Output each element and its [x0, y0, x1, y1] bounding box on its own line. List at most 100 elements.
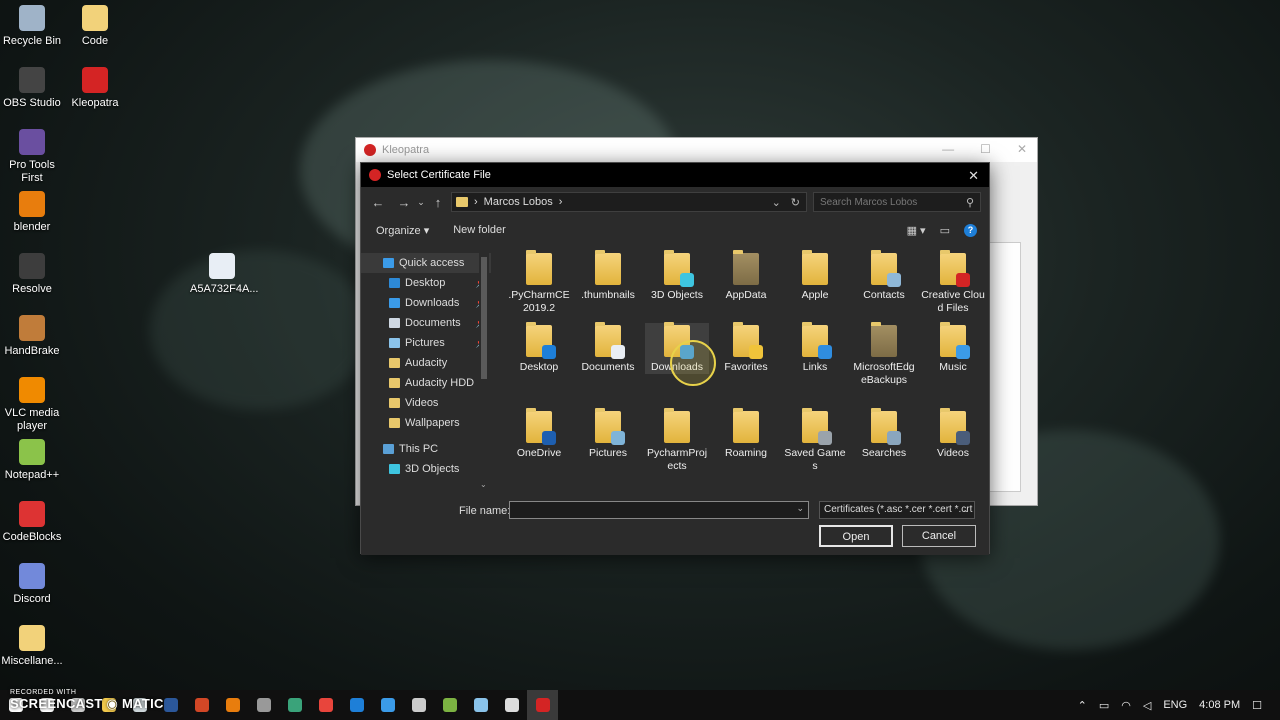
taskbar-vscode-button[interactable] — [372, 690, 403, 720]
close-button[interactable]: ✕ — [1017, 142, 1027, 156]
help-icon[interactable]: ? — [964, 223, 977, 237]
search-icon[interactable]: ⚲ — [966, 196, 974, 209]
folder-item[interactable]: Favorites — [714, 322, 778, 374]
file-type-select[interactable]: Certificates (*.asc *.cer *.cert *.crt ⌄ — [819, 501, 975, 519]
nav-item[interactable]: Audacity — [361, 353, 491, 373]
up-button[interactable]: ↑ — [427, 195, 449, 210]
breadcrumb-separator[interactable]: › — [559, 196, 563, 208]
language-indicator[interactable]: ENG — [1163, 699, 1187, 711]
taskbar-kleopatra-button[interactable] — [527, 690, 558, 720]
desktop-icon[interactable]: Kleopatra — [63, 67, 127, 110]
nav-item[interactable]: Wallpapers — [361, 413, 491, 433]
desktop-icon[interactable]: Notepad++ — [0, 439, 64, 482]
desktop-icon[interactable]: OBS Studio — [0, 67, 64, 110]
taskbar-vmware-button[interactable] — [403, 690, 434, 720]
nav-item[interactable]: Downloads📌 — [361, 293, 491, 313]
nav-item[interactable]: Documents📌 — [361, 313, 491, 333]
folder-item[interactable]: MicrosoftEdgeBackups — [852, 322, 916, 387]
folder-item[interactable]: Contacts — [852, 250, 916, 302]
refresh-icon[interactable]: ↻ — [791, 196, 800, 209]
change-view-button[interactable]: ▦ ▾ — [907, 224, 926, 237]
new-folder-button[interactable]: New folder — [441, 224, 518, 236]
taskbar-terminal-button[interactable] — [279, 690, 310, 720]
address-dropdown-icon[interactable]: ⌄ — [772, 196, 781, 209]
scroll-down-icon[interactable]: ⌄ — [480, 480, 487, 489]
battery-icon[interactable]: ▭ — [1099, 699, 1109, 712]
open-button[interactable]: Open — [819, 525, 893, 547]
nav-item[interactable]: Pictures📌 — [361, 333, 491, 353]
taskbar-blender-button[interactable] — [217, 690, 248, 720]
desktop-icon[interactable]: VLC media player — [0, 377, 64, 433]
desktop-icon[interactable]: A5A732F4A... — [190, 253, 259, 296]
folder-item[interactable]: 3D Objects — [645, 250, 709, 302]
taskbar-notepad-button[interactable] — [465, 690, 496, 720]
forward-button[interactable]: → — [393, 195, 415, 210]
folder-item[interactable]: Pictures — [576, 408, 640, 460]
clock[interactable]: 4:08 PM — [1199, 699, 1240, 711]
tray-expand-icon[interactable]: ⌃ — [1078, 699, 1087, 712]
cancel-button[interactable]: Cancel — [902, 525, 976, 547]
resolve-icon — [256, 698, 271, 712]
preview-pane-button[interactable]: ▭ — [940, 224, 950, 237]
taskbar-resolve-button[interactable] — [248, 690, 279, 720]
nav-item[interactable]: 3D Objects — [361, 459, 491, 479]
nav-item-label: Wallpapers — [405, 417, 460, 429]
taskbar-store-button[interactable] — [434, 690, 465, 720]
folder-item[interactable]: Creative Cloud Files — [921, 250, 985, 315]
nav-item[interactable]: Audacity HDD — [361, 373, 491, 393]
desktop-icon[interactable]: blender — [0, 191, 64, 234]
desktop-icon[interactable]: Code — [63, 5, 127, 48]
notifications-icon[interactable]: ☐ — [1252, 699, 1262, 712]
folder-item[interactable]: Roaming — [714, 408, 778, 460]
desktop-icon[interactable]: Recycle Bin — [0, 5, 64, 48]
taskbar-chrome-button[interactable] — [310, 690, 341, 720]
nav-item[interactable]: This PC — [361, 439, 491, 459]
folder-item[interactable]: OneDrive — [507, 408, 571, 460]
desktop-icon[interactable]: Discord — [0, 563, 64, 606]
dialog-close-button[interactable]: ✕ — [968, 168, 979, 184]
taskbar-obs2-button[interactable] — [496, 690, 527, 720]
folder-label: Favorites — [724, 361, 768, 373]
nav-item[interactable]: Desktop📌 — [361, 273, 491, 293]
folder-item[interactable]: Links — [783, 322, 847, 374]
desktop-icon[interactable]: Miscellane... — [0, 625, 64, 668]
address-bar[interactable]: › Marcos Lobos › ⌄ ↻ — [451, 192, 807, 212]
folder-badge-icon — [749, 345, 763, 359]
chevron-down-icon[interactable]: ⌄ — [796, 503, 804, 514]
desktop-icon[interactable]: Resolve — [0, 253, 64, 296]
file-name-input[interactable]: ⌄ — [509, 501, 809, 519]
navigation-scrollbar[interactable]: ⌄ — [479, 253, 489, 489]
chevron-down-icon[interactable]: ⌄ — [962, 504, 970, 515]
desktop-icon[interactable]: Pro Tools First — [0, 129, 64, 185]
desktop-icon[interactable]: HandBrake — [0, 315, 64, 358]
folder-item[interactable]: Music — [921, 322, 985, 374]
desktop-icon[interactable]: CodeBlocks — [0, 501, 64, 544]
folder-item[interactable]: .PyCharmCE 2019.2 — [507, 250, 571, 315]
back-button[interactable]: ← — [367, 195, 389, 210]
organize-button[interactable]: Organize ▾ — [361, 224, 441, 237]
folder-item[interactable]: Apple — [783, 250, 847, 302]
folder-item[interactable]: Desktop — [507, 322, 571, 374]
taskbar-edge-button[interactable] — [341, 690, 372, 720]
folder-badge-icon — [887, 273, 901, 287]
taskbar-powerpoint-button[interactable] — [186, 690, 217, 720]
folder-item[interactable]: PycharmProjects — [645, 408, 709, 473]
nav-item[interactable]: Quick access — [361, 253, 491, 273]
folder-label: Videos — [937, 447, 969, 459]
breadcrumb-marcos-lobos[interactable]: Marcos Lobos — [484, 196, 553, 208]
wifi-icon[interactable]: ◠ — [1121, 699, 1131, 712]
nav-item[interactable]: Videos — [361, 393, 491, 413]
scrollbar-thumb[interactable] — [481, 257, 487, 379]
search-input[interactable]: Search Marcos Lobos ⚲ — [813, 192, 981, 212]
recent-locations-button[interactable]: ⌄ — [415, 197, 427, 208]
folder-item[interactable]: .thumbnails — [576, 250, 640, 302]
maximize-button[interactable]: ☐ — [980, 142, 991, 156]
folder-item[interactable]: Saved Games — [783, 408, 847, 473]
folder-item[interactable]: Videos — [921, 408, 985, 460]
minimize-button[interactable]: — — [942, 142, 954, 156]
folder-icon — [802, 322, 832, 359]
folder-item[interactable]: Searches — [852, 408, 916, 460]
folder-item[interactable]: AppData — [714, 250, 778, 302]
volume-icon[interactable]: ◁ — [1143, 699, 1151, 712]
folder-item[interactable]: Documents — [576, 322, 640, 374]
